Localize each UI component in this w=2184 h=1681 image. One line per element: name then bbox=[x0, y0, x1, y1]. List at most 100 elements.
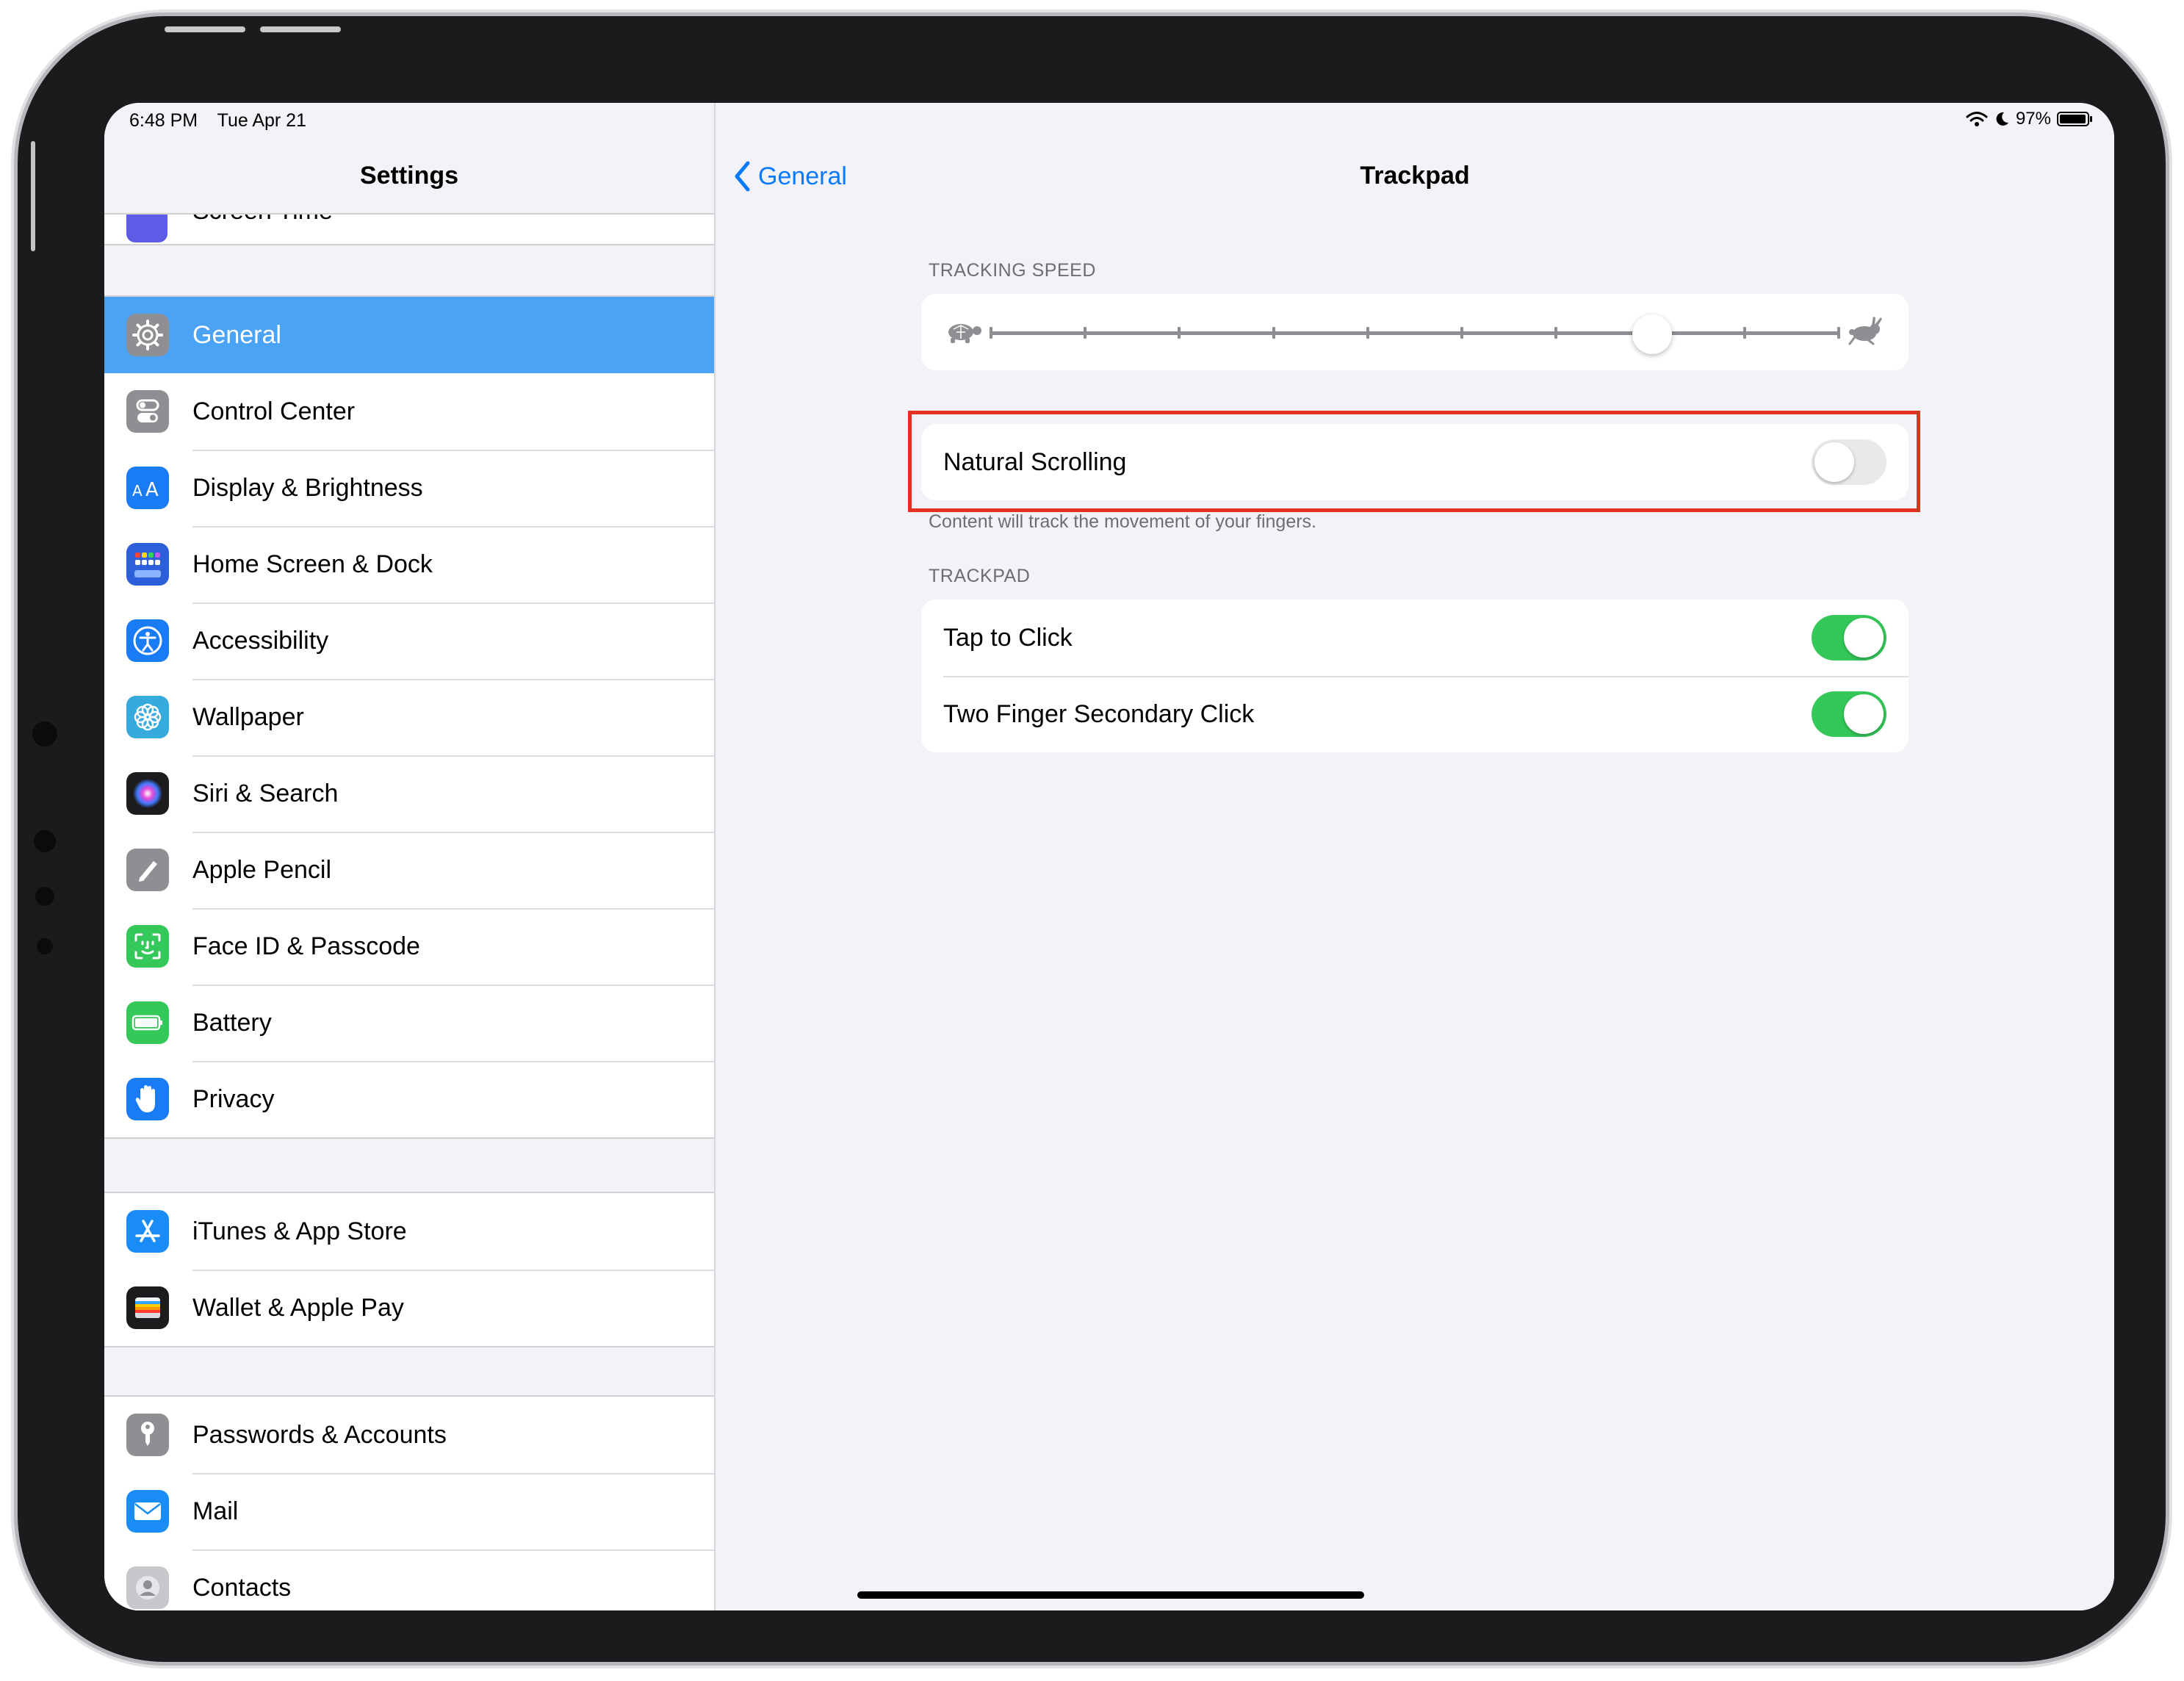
sensor-dot bbox=[34, 830, 56, 852]
highlight-box bbox=[908, 411, 1920, 512]
sidebar-item-label: Apple Pencil bbox=[192, 855, 332, 884]
sidebar-item-accessibility[interactable]: Accessibility bbox=[104, 602, 714, 679]
settings-sidebar: 6:48 PM Tue Apr 21 Settings Screen Time … bbox=[104, 103, 716, 1610]
battery-status-icon bbox=[2057, 112, 2092, 126]
envelope-icon bbox=[126, 1490, 169, 1533]
battery-percent: 97% bbox=[2015, 109, 2051, 129]
sidebar-item-general[interactable]: General bbox=[104, 297, 714, 373]
accessibility-icon bbox=[126, 619, 169, 662]
sidebar-group-3: Passwords & Accounts Mail Contacts bbox=[104, 1395, 714, 1610]
page-title: Trackpad bbox=[1360, 162, 1470, 190]
sidebar-item-itunes-app-store[interactable]: iTunes & App Store bbox=[104, 1193, 714, 1270]
sidebar-item-control-center[interactable]: Control Center bbox=[104, 373, 714, 450]
tracking-speed-slider[interactable] bbox=[990, 314, 1840, 354]
sidebar-item-siri-search[interactable]: Siri & Search bbox=[104, 755, 714, 832]
sidebar-item-label: Contacts bbox=[192, 1573, 292, 1602]
wallet-icon bbox=[126, 1286, 169, 1329]
volume-up-button bbox=[165, 26, 245, 32]
sidebar-item-apple-pencil[interactable]: Apple Pencil bbox=[104, 832, 714, 908]
top-button bbox=[31, 141, 35, 251]
sidebar-group-1: General Control Center AA Display & Brig… bbox=[104, 295, 714, 1139]
status-time-date: 6:48 PM Tue Apr 21 bbox=[129, 110, 321, 132]
sidebar-item-screen-time[interactable]: Screen Time bbox=[104, 215, 714, 245]
sidebar-item-label: Wallet & Apple Pay bbox=[192, 1293, 404, 1322]
slider-tick bbox=[1084, 327, 1087, 339]
natural-scrolling-footer: Content will track the movement of your … bbox=[929, 511, 1317, 532]
gear-icon bbox=[126, 314, 169, 356]
sidebar-item-face-id-passcode[interactable]: Face ID & Passcode bbox=[104, 908, 714, 985]
tap-to-click-toggle[interactable] bbox=[1812, 615, 1886, 660]
sensor-dot bbox=[37, 938, 53, 954]
pencil-icon bbox=[126, 849, 169, 891]
trackpad-options-card: Tap to Click Two Finger Secondary Click bbox=[921, 600, 1909, 752]
sidebar-item-label: Display & Brightness bbox=[192, 473, 423, 502]
sidebar-item-label: General bbox=[192, 320, 281, 349]
home-indicator bbox=[857, 1591, 1364, 1599]
flower-icon bbox=[126, 696, 169, 738]
volume-down-button bbox=[260, 26, 341, 32]
sidebar-item-display-brightness[interactable]: AA Display & Brightness bbox=[104, 450, 714, 526]
screen: 6:48 PM Tue Apr 21 Settings Screen Time … bbox=[104, 103, 2114, 1610]
sidebar-item-label: Battery bbox=[192, 1008, 272, 1037]
toggle-knob bbox=[1844, 694, 1884, 734]
sidebar-item-label: Screen Time bbox=[192, 215, 333, 226]
moon-icon bbox=[1996, 112, 2008, 126]
tap-to-click-row: Tap to Click bbox=[921, 600, 1909, 676]
text-size-icon: AA bbox=[126, 467, 169, 509]
slider-tick bbox=[1742, 327, 1746, 339]
svg-text:A: A bbox=[132, 482, 143, 499]
slider-thumb[interactable] bbox=[1632, 314, 1673, 354]
section-header-trackpad: TRACKPAD bbox=[929, 566, 1031, 586]
sidebar-item-label: Home Screen & Dock bbox=[192, 550, 433, 578]
key-icon bbox=[126, 1414, 169, 1456]
switches-icon bbox=[126, 390, 169, 433]
status-date: Tue Apr 21 bbox=[217, 110, 306, 131]
sidebar-item-contacts[interactable]: Contacts bbox=[104, 1549, 714, 1610]
sidebar-item-label: Accessibility bbox=[192, 626, 329, 655]
sidebar-item-mail[interactable]: Mail bbox=[104, 1473, 714, 1549]
hourglass-icon bbox=[126, 215, 167, 242]
sidebar-item-battery[interactable]: Battery bbox=[104, 985, 714, 1061]
status-indicators: 97% bbox=[1966, 109, 2092, 129]
section-header-tracking-speed: TRACKING SPEED bbox=[929, 260, 1096, 281]
sensor-dot bbox=[35, 887, 54, 906]
sidebar-item-label: Control Center bbox=[192, 397, 356, 425]
siri-icon bbox=[126, 772, 169, 815]
camera-dot bbox=[32, 721, 57, 746]
ipad-frame: 6:48 PM Tue Apr 21 Settings Screen Time … bbox=[18, 16, 2166, 1662]
app-grid-icon bbox=[126, 543, 169, 586]
two-finger-secondary-click-row: Two Finger Secondary Click bbox=[921, 676, 1909, 752]
slider-tick bbox=[1554, 327, 1558, 339]
sidebar-item-label: Passwords & Accounts bbox=[192, 1420, 447, 1449]
face-id-icon bbox=[126, 925, 169, 968]
slider-tick bbox=[1837, 327, 1840, 339]
tracking-speed-card bbox=[921, 294, 1909, 370]
sidebar-item-label: Mail bbox=[192, 1497, 239, 1525]
slider-tick bbox=[1460, 327, 1464, 339]
two-finger-secondary-click-label: Two Finger Secondary Click bbox=[943, 699, 1255, 728]
battery-icon bbox=[126, 1001, 169, 1044]
turtle-icon bbox=[948, 324, 981, 343]
wifi-icon bbox=[1966, 112, 1988, 126]
sidebar-item-label: Privacy bbox=[192, 1084, 275, 1113]
sidebar-item-passwords-accounts[interactable]: Passwords & Accounts bbox=[104, 1397, 714, 1473]
slider-track bbox=[991, 331, 1839, 335]
sidebar-item-privacy[interactable]: Privacy bbox=[104, 1061, 714, 1137]
app-store-icon bbox=[126, 1210, 169, 1253]
hand-icon bbox=[126, 1078, 169, 1120]
tap-to-click-label: Tap to Click bbox=[943, 623, 1073, 652]
sidebar-item-home-screen-dock[interactable]: Home Screen & Dock bbox=[104, 526, 714, 602]
contacts-icon bbox=[126, 1566, 169, 1609]
slider-tick bbox=[1272, 327, 1275, 339]
battery-fill bbox=[2060, 115, 2086, 123]
sidebar-title: Settings bbox=[359, 162, 459, 190]
hare-icon bbox=[1848, 317, 1882, 345]
sidebar-item-wallet-apple-pay[interactable]: Wallet & Apple Pay bbox=[104, 1270, 714, 1346]
slider-tick bbox=[1366, 327, 1369, 339]
sidebar-item-label: Siri & Search bbox=[192, 779, 339, 807]
two-finger-secondary-click-toggle[interactable] bbox=[1812, 691, 1886, 737]
sidebar-item-label: Face ID & Passcode bbox=[192, 932, 420, 960]
trackpad-detail-pane: 97% General Trackpad TRACKING SPEED Natu bbox=[716, 103, 2114, 1610]
sidebar-item-wallpaper[interactable]: Wallpaper bbox=[104, 679, 714, 755]
slider-tick bbox=[990, 327, 992, 339]
